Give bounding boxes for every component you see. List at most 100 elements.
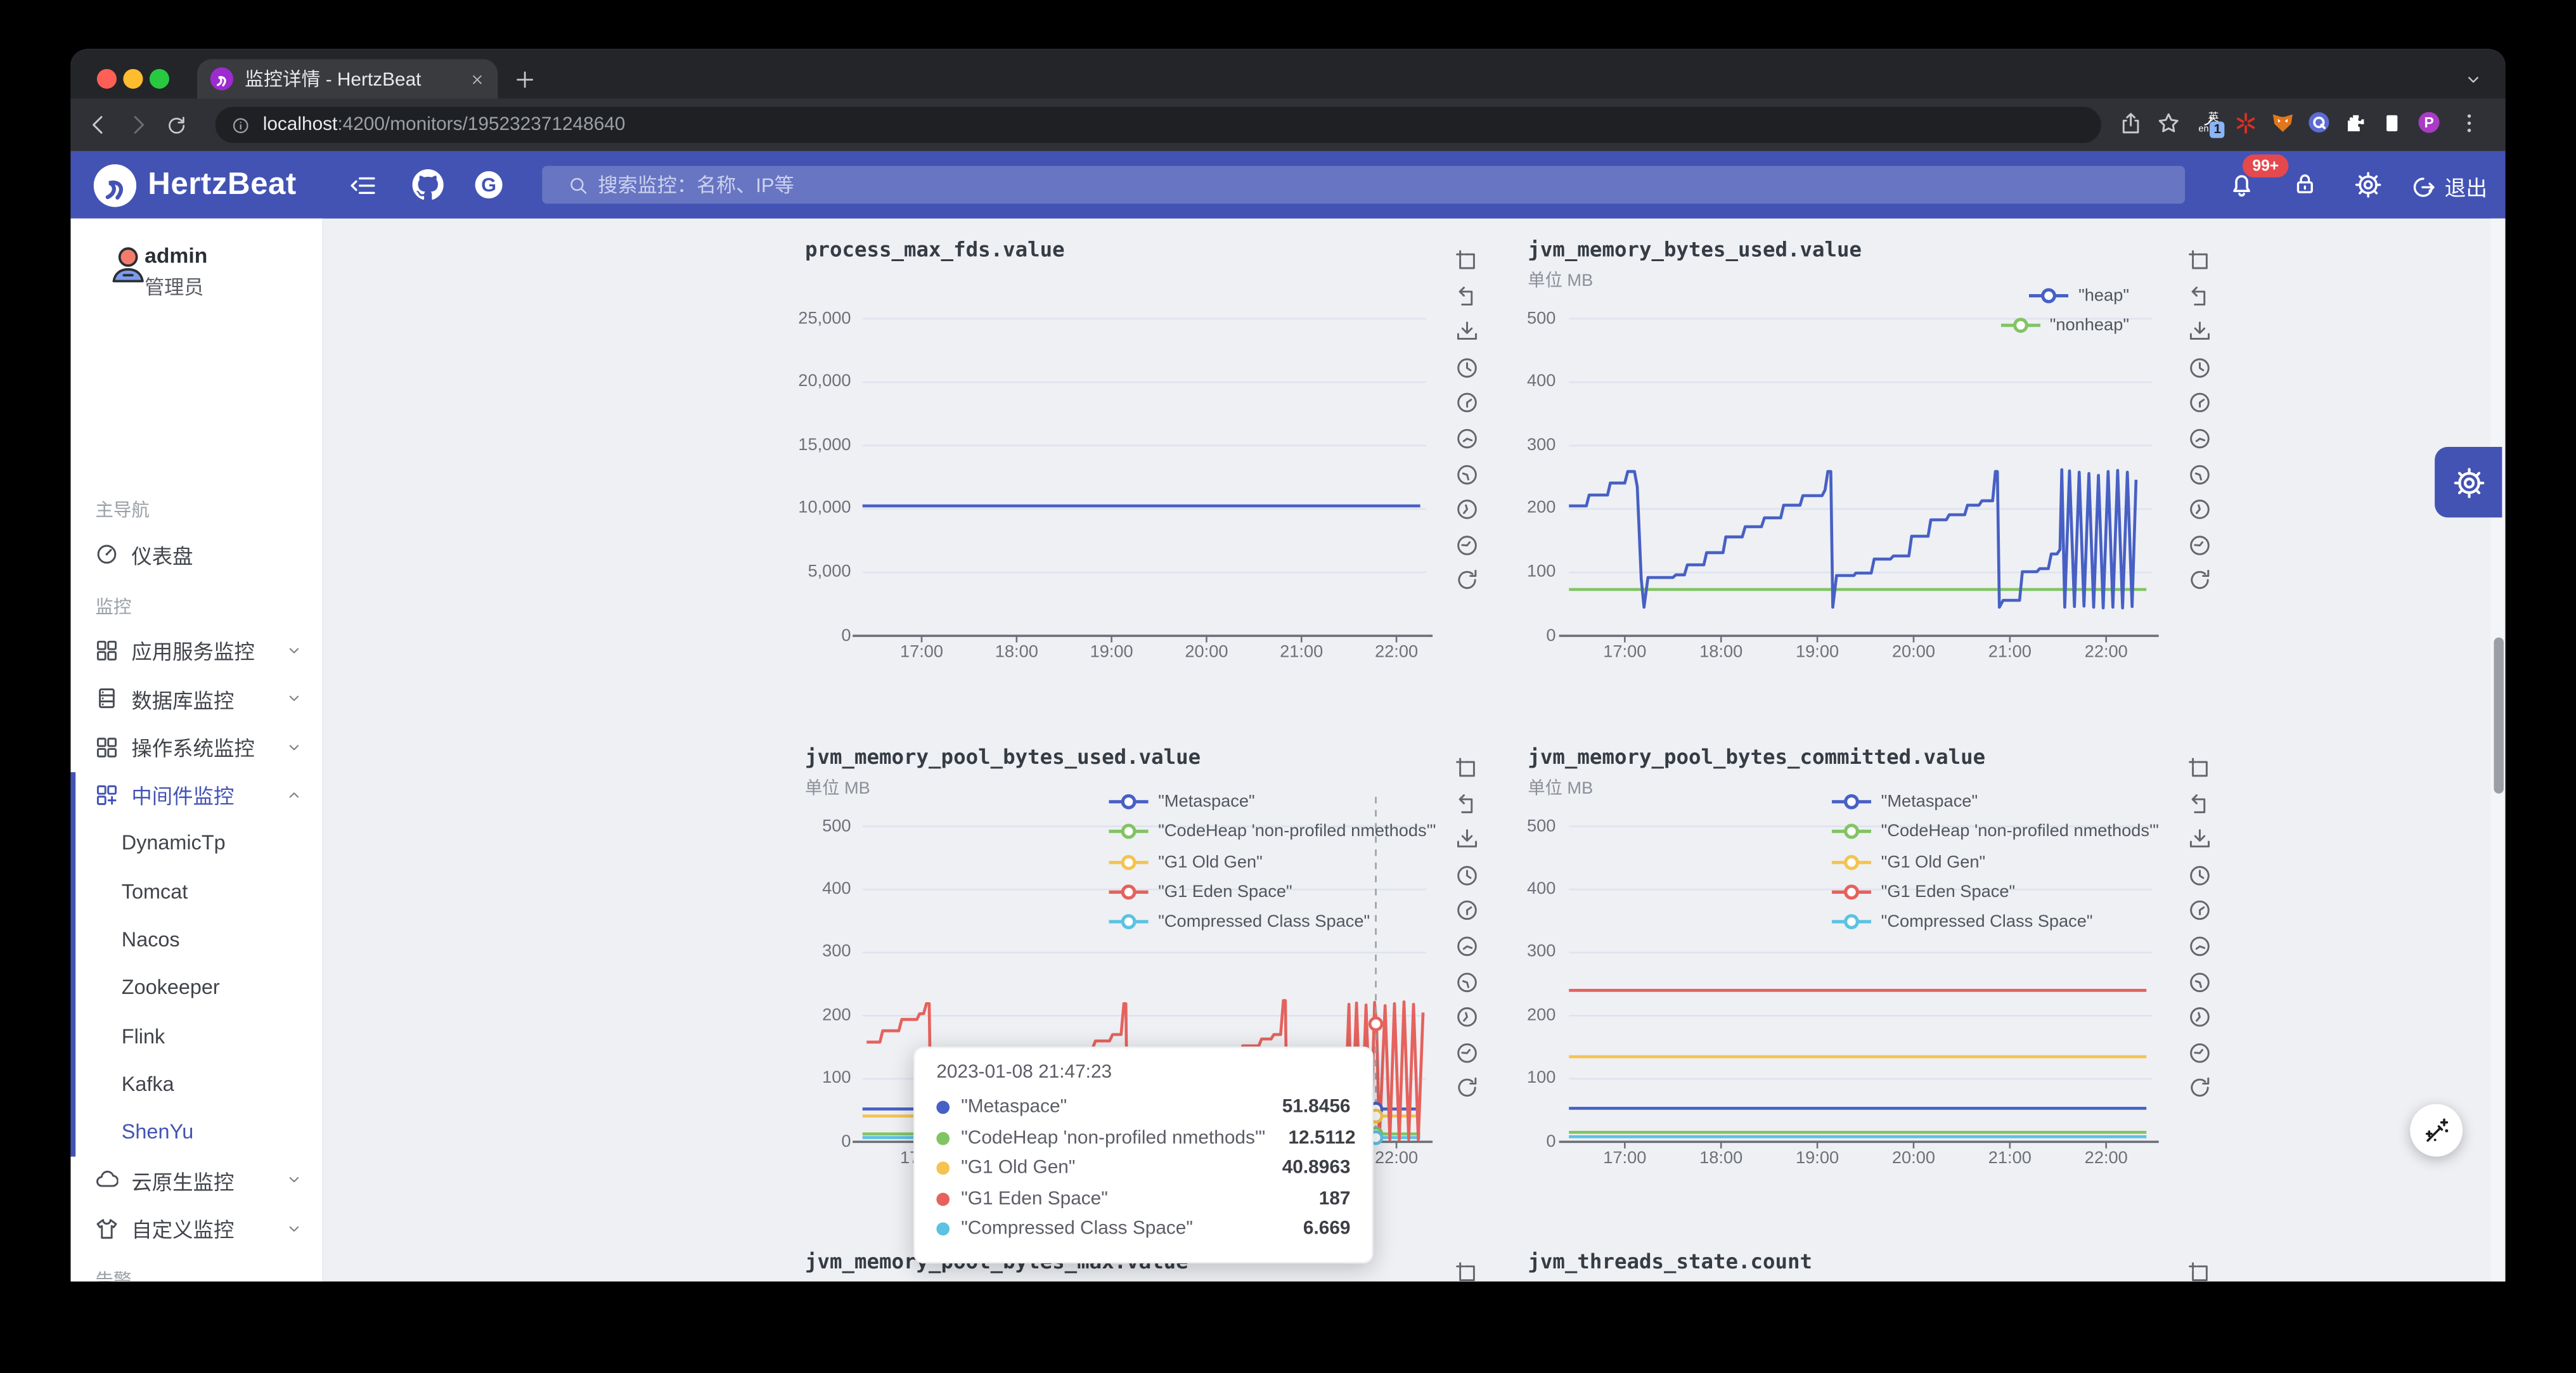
lock-icon[interactable] — [2292, 171, 2318, 197]
time-range-icon[interactable] — [1455, 392, 1478, 415]
refresh-icon[interactable] — [1455, 569, 1478, 592]
time-range-icon[interactable] — [2188, 427, 2211, 450]
legend-item[interactable]: "G1 Old Gen" — [1109, 851, 1262, 873]
restore-icon[interactable] — [1455, 285, 1478, 308]
logout-button[interactable]: 退出 — [2410, 171, 2487, 202]
time-range-icon[interactable] — [1455, 864, 1478, 887]
share-icon[interactable] — [2119, 112, 2142, 134]
sidebar-subitem-zookeeper[interactable]: Zookeeper — [70, 966, 322, 1009]
collapse-menu-icon[interactable] — [349, 172, 375, 198]
time-range-icon[interactable] — [1455, 534, 1478, 557]
restore-icon[interactable] — [2188, 793, 2211, 816]
traffic-minimize-button[interactable] — [123, 69, 143, 89]
legend-item[interactable]: "G1 Old Gen" — [1832, 851, 1985, 873]
forward-button[interactable] — [127, 113, 150, 136]
time-range-icon[interactable] — [2188, 899, 2211, 922]
time-range-icon[interactable] — [2188, 864, 2211, 887]
sidebar-item[interactable]: 仪表盘 — [70, 533, 322, 576]
time-range-icon[interactable] — [2188, 1041, 2211, 1064]
bookmark-star-icon[interactable] — [2157, 112, 2180, 134]
legend-item[interactable]: "G1 Eden Space" — [1832, 880, 2015, 903]
sidebar-item[interactable]: 自定义监控 — [70, 1207, 322, 1249]
github-icon[interactable] — [411, 169, 442, 200]
time-range-icon[interactable] — [2188, 356, 2211, 379]
restore-icon[interactable] — [2188, 285, 2211, 308]
time-range-icon[interactable] — [1455, 463, 1478, 486]
sidebar-subitem-dynamictp[interactable]: DynamicTp — [70, 822, 322, 865]
refresh-icon[interactable] — [1455, 1077, 1478, 1100]
sidebar-subitem-tomcat[interactable]: Tomcat — [70, 870, 322, 913]
new-tab-button[interactable] — [514, 69, 536, 91]
back-button[interactable] — [87, 113, 110, 136]
legend-item[interactable]: "Metaspace" — [1832, 790, 1978, 813]
sidebar-subitem-flink[interactable]: Flink — [70, 1015, 322, 1057]
sidebar-extension-icon[interactable] — [2381, 112, 2404, 134]
legend-item[interactable]: "G1 Eden Space" — [1109, 880, 1292, 903]
legend-item[interactable]: "Compressed Class Space" — [1109, 910, 1370, 933]
time-range-icon[interactable] — [1455, 427, 1478, 450]
legend-item[interactable]: "nonheap" — [2000, 314, 2129, 337]
browser-tab[interactable]: 监控详情 - HertzBeat — [197, 59, 498, 98]
time-range-icon[interactable] — [1455, 498, 1478, 521]
traffic-zoom-button[interactable] — [150, 69, 169, 89]
time-range-icon[interactable] — [2188, 534, 2211, 557]
blue-q-extension-icon[interactable] — [2307, 110, 2331, 135]
time-range-icon[interactable] — [1455, 1006, 1478, 1029]
extensions-puzzle-icon[interactable] — [2345, 112, 2367, 134]
tab-search-chevron-icon[interactable] — [2464, 70, 2483, 89]
metamask-fox-icon[interactable] — [2270, 110, 2295, 135]
download-icon[interactable] — [1455, 828, 1478, 851]
sidebar-item[interactable]: 中间件监控 — [70, 774, 322, 816]
red-extension-icon[interactable] — [2234, 112, 2257, 134]
legend-item[interactable]: "Compressed Class Space" — [1832, 910, 2093, 933]
time-range-icon[interactable] — [2188, 1006, 2211, 1029]
theme-settings-fab[interactable] — [2435, 447, 2502, 517]
legend-item[interactable]: "heap" — [2029, 284, 2129, 307]
time-range-icon[interactable] — [2188, 498, 2211, 521]
hertzbeat-logo[interactable] — [94, 164, 136, 206]
purple-p-extension-icon[interactable]: P — [2417, 110, 2442, 135]
download-icon[interactable] — [2188, 828, 2211, 851]
sidebar-subitem-kafka[interactable]: Kafka — [70, 1062, 322, 1105]
fullscreen-icon[interactable] — [1455, 757, 1478, 780]
time-range-icon[interactable] — [1455, 970, 1478, 993]
download-icon[interactable] — [1455, 321, 1478, 344]
settings-gear-icon[interactable] — [2354, 171, 2382, 199]
sidebar-item[interactable]: 云原生监控 — [70, 1159, 322, 1201]
page-scrollbar[interactable] — [2490, 219, 2505, 1282]
refresh-icon[interactable] — [2188, 1077, 2211, 1100]
time-range-icon[interactable] — [1455, 899, 1478, 922]
fullscreen-icon[interactable] — [1455, 1262, 1478, 1282]
time-range-icon[interactable] — [2188, 935, 2211, 958]
sidebar-item[interactable]: 数据库监控 — [70, 678, 322, 720]
restore-icon[interactable] — [1455, 793, 1478, 816]
gitee-icon[interactable]: G — [472, 169, 503, 200]
legend-item[interactable]: "Metaspace" — [1109, 790, 1254, 813]
tab-close-icon[interactable] — [470, 72, 484, 86]
site-info-icon[interactable] — [231, 116, 250, 134]
fullscreen-icon[interactable] — [2188, 757, 2211, 780]
time-range-icon[interactable] — [2188, 463, 2211, 486]
legend-item[interactable]: "CodeHeap 'non-profiled nmethods'" — [1832, 820, 2159, 843]
sidebar-subitem-nacos[interactable]: Nacos — [70, 919, 322, 961]
time-range-icon[interactable] — [2188, 392, 2211, 415]
reload-button[interactable] — [166, 114, 188, 136]
monitor-search-input[interactable]: 搜索监控：名称、IP等 — [542, 166, 2185, 204]
download-icon[interactable] — [2188, 321, 2211, 344]
time-range-icon[interactable] — [1455, 356, 1478, 379]
scrollbar-thumb[interactable] — [2493, 638, 2503, 794]
fullscreen-icon[interactable] — [2188, 250, 2211, 273]
time-range-icon[interactable] — [1455, 1041, 1478, 1064]
fullscreen-icon[interactable] — [2188, 1262, 2211, 1282]
time-range-icon[interactable] — [2188, 970, 2211, 993]
magic-wand-fab[interactable] — [2410, 1104, 2463, 1157]
sidebar-item[interactable]: 操作系统监控 — [70, 726, 322, 768]
sidebar-item[interactable]: 应用服务监控 — [70, 629, 322, 672]
refresh-icon[interactable] — [2188, 569, 2211, 592]
address-bar[interactable]: localhost:4200/monitors/195232371248640 — [216, 106, 2101, 143]
sidebar-subitem-shenyu[interactable]: ShenYu — [70, 1111, 322, 1153]
legend-item[interactable]: "CodeHeap 'non-profiled nmethods'" — [1109, 820, 1436, 843]
fullscreen-icon[interactable] — [1455, 250, 1478, 273]
brand-title[interactable]: HertzBeat — [148, 167, 297, 203]
browser-menu-icon[interactable] — [2457, 112, 2480, 134]
